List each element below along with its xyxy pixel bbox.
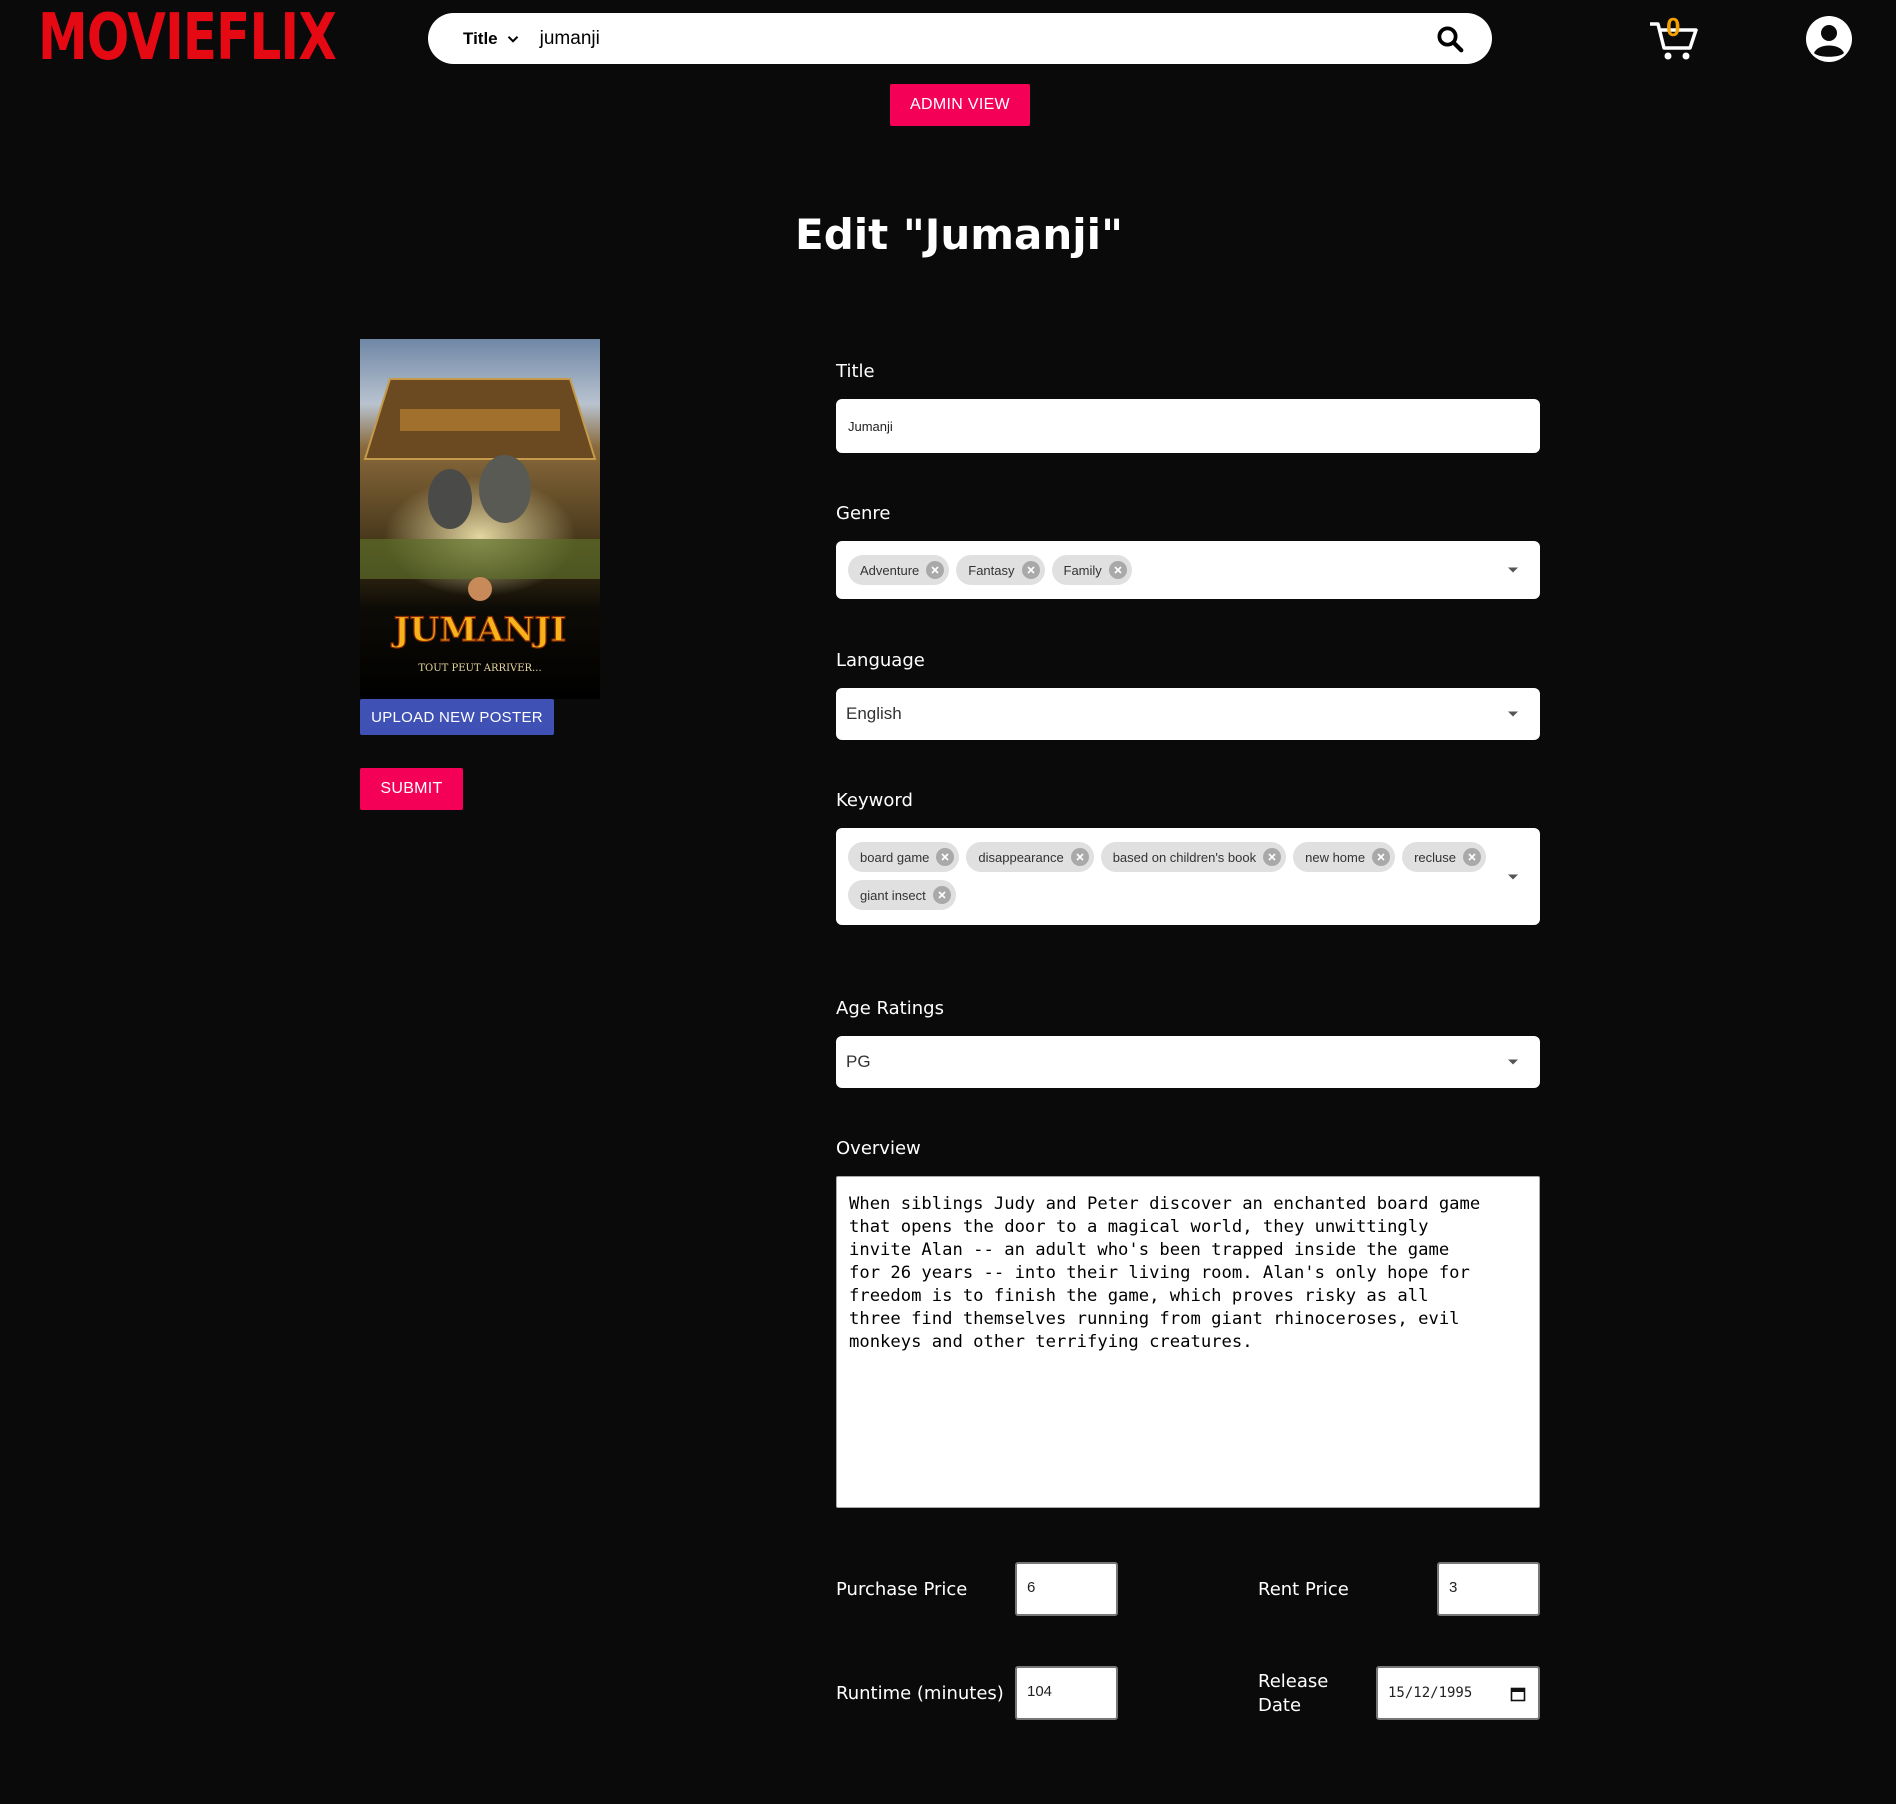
release-date-label-line2: Date xyxy=(1258,1695,1302,1716)
remove-chip-icon[interactable] xyxy=(1372,848,1391,866)
chip-label: Adventure xyxy=(860,562,920,578)
chip-label: based on children's book xyxy=(1112,849,1257,865)
keyword-multiselect[interactable]: board game disappearance based on childr… xyxy=(836,828,1540,925)
title-label: Title xyxy=(836,361,875,382)
overview-label: Overview xyxy=(836,1138,921,1159)
cart-count: 0 xyxy=(1666,12,1681,42)
remove-chip-icon[interactable] xyxy=(1263,848,1282,866)
chevron-down-icon xyxy=(507,35,518,43)
keyword-chip: new home xyxy=(1293,842,1396,872)
remove-chip-icon[interactable] xyxy=(936,848,955,866)
genre-chip: Fantasy xyxy=(956,555,1045,585)
genre-chip: Adventure xyxy=(848,555,950,585)
genre-label: Genre xyxy=(836,503,891,524)
runtime-label: Runtime (minutes) xyxy=(836,1683,1004,1704)
page-title: Edit "Jumanji" xyxy=(795,210,1123,259)
movieflix-logo[interactable]: MOVIEFLIX xyxy=(38,2,337,74)
chip-label: giant insect xyxy=(860,887,926,903)
rent-price-label: Rent Price xyxy=(1258,1579,1349,1600)
dropdown-arrow-icon[interactable] xyxy=(1508,874,1518,879)
genre-multiselect[interactable]: Adventure Fantasy Family xyxy=(836,541,1540,599)
chip-label: Family xyxy=(1063,562,1102,578)
poster-tagline-text: TOUT PEUT ARRIVER... xyxy=(418,663,541,674)
keyword-chips: board game disappearance based on childr… xyxy=(848,842,1490,910)
keyword-chip: disappearance xyxy=(966,842,1094,872)
title-field[interactable]: Jumanji xyxy=(836,399,1540,453)
search-bar: Title jumanji xyxy=(428,13,1492,64)
rent-price-input[interactable]: 3 xyxy=(1437,1562,1540,1616)
genre-chip: Family xyxy=(1051,555,1132,585)
poster-title-text: JUMANJI xyxy=(391,610,567,650)
purchase-price-input[interactable]: 6 xyxy=(1015,1562,1118,1616)
dropdown-arrow-icon[interactable] xyxy=(1508,711,1518,717)
release-date-label-line1: Release xyxy=(1258,1671,1329,1692)
runtime-input[interactable]: 104 xyxy=(1015,1666,1118,1720)
submit-button[interactable]: SUBMIT xyxy=(360,768,463,810)
user-avatar-icon xyxy=(1806,16,1852,62)
age-rating-value: PG xyxy=(846,1052,871,1071)
remove-chip-icon[interactable] xyxy=(1070,848,1089,866)
remove-chip-icon[interactable] xyxy=(1463,848,1482,866)
dropdown-arrow-icon[interactable] xyxy=(1508,567,1518,573)
cart-button[interactable]: 0 xyxy=(1648,12,1700,62)
age-rating-select[interactable]: PG xyxy=(836,1036,1540,1088)
upload-poster-button[interactable]: UPLOAD NEW POSTER xyxy=(360,699,554,735)
account-button[interactable] xyxy=(1805,15,1853,63)
purchase-price-label: Purchase Price xyxy=(836,1579,968,1600)
release-date-label: Release Date xyxy=(1258,1671,1328,1716)
search-icon[interactable] xyxy=(1430,19,1470,59)
overview-textarea[interactable]: When siblings Judy and Peter discover an… xyxy=(836,1176,1540,1508)
chip-label: new home xyxy=(1305,849,1366,865)
chip-label: disappearance xyxy=(978,849,1064,865)
chip-label: Fantasy xyxy=(968,562,1015,578)
remove-chip-icon[interactable] xyxy=(926,561,945,579)
release-date-value: 15/12/1995 xyxy=(1388,1685,1473,1701)
release-date-input[interactable]: 15/12/1995 xyxy=(1376,1666,1540,1720)
keyword-label: Keyword xyxy=(836,790,913,811)
search-field-select[interactable]: Title xyxy=(463,29,522,49)
calendar-icon[interactable] xyxy=(1510,1686,1526,1702)
age-rating-label: Age Ratings xyxy=(836,998,944,1019)
admin-view-button[interactable]: ADMIN VIEW xyxy=(890,84,1030,126)
genre-chips: Adventure Fantasy Family xyxy=(848,555,1490,585)
remove-chip-icon[interactable] xyxy=(932,886,951,904)
language-label: Language xyxy=(836,650,925,671)
keyword-chip: recluse xyxy=(1402,842,1487,872)
title-value: Jumanji xyxy=(848,419,893,434)
keyword-chip: board game xyxy=(848,842,960,872)
remove-chip-icon[interactable] xyxy=(1021,561,1040,579)
search-input[interactable]: jumanji xyxy=(540,28,1430,50)
language-value: English xyxy=(846,704,902,723)
movie-poster: JUMANJI TOUT PEUT ARRIVER... xyxy=(360,339,600,699)
search-field-label: Title xyxy=(463,28,498,48)
keyword-chip: based on children's book xyxy=(1100,842,1287,872)
language-select[interactable]: English xyxy=(836,688,1540,740)
chip-label: recluse xyxy=(1414,849,1457,865)
keyword-chip: giant insect xyxy=(848,880,956,910)
dropdown-arrow-icon[interactable] xyxy=(1508,1059,1518,1065)
remove-chip-icon[interactable] xyxy=(1108,561,1127,579)
chip-label: board game xyxy=(860,849,930,865)
